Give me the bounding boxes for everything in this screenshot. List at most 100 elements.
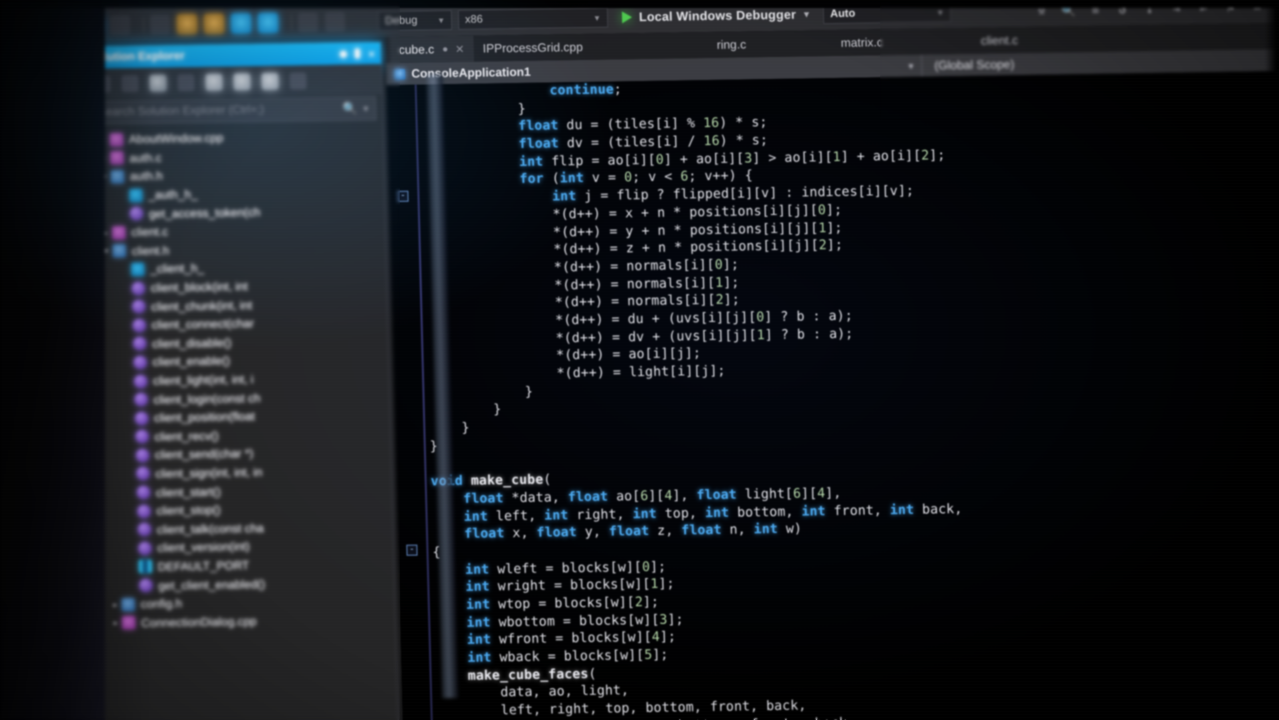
cfile-icon bbox=[112, 225, 126, 240]
expander-icon[interactable]: ▸ bbox=[109, 600, 122, 609]
indent-icon[interactable]: ⇥ bbox=[1167, 0, 1186, 17]
member-scope-label: (Global Scope) bbox=[934, 57, 1015, 73]
toolbar-divider bbox=[142, 16, 145, 33]
screen-edge-right bbox=[1265, 0, 1279, 720]
hammer-icon[interactable]: ⚒ bbox=[1032, 2, 1051, 19]
cfile-icon bbox=[122, 616, 136, 630]
solution-explorer-title: Solution Explorer bbox=[88, 50, 185, 64]
pin-tab-icon[interactable]: ● bbox=[442, 44, 448, 55]
cfile-icon bbox=[109, 133, 124, 147]
chevron-down-icon[interactable]: ▼ bbox=[363, 104, 368, 113]
close-icon[interactable]: ✕ bbox=[368, 47, 375, 60]
redo-dropdown-icon[interactable] bbox=[324, 11, 346, 33]
expander-icon[interactable]: ▸ bbox=[97, 154, 110, 163]
show-all-files-icon[interactable] bbox=[205, 73, 223, 91]
expander-icon[interactable]: ▸ bbox=[97, 135, 110, 144]
play-icon bbox=[621, 11, 633, 24]
hfile-icon bbox=[121, 597, 135, 611]
redo-icon[interactable] bbox=[297, 12, 319, 33]
expander-icon[interactable]: ▾ bbox=[98, 172, 111, 181]
project-scope-value[interactable]: ConsoleApplication1 bbox=[386, 59, 647, 85]
fn-icon bbox=[134, 411, 149, 425]
collapse-all-icon[interactable] bbox=[177, 73, 195, 91]
fn-icon bbox=[135, 448, 150, 462]
fn-icon bbox=[132, 300, 146, 314]
code-text[interactable]: continue; } float du = (tiles[i] % 16) *… bbox=[421, 70, 1279, 720]
search-icon[interactable]: 🔍 bbox=[1059, 2, 1078, 19]
solution-search-input[interactable]: Search Solution Explorer (Ctrl+;) 🔍 ▼ bbox=[89, 96, 377, 125]
view-code-icon[interactable] bbox=[289, 71, 307, 90]
tree-item[interactable]: ▸ ConnectionDialog.cpp bbox=[97, 609, 395, 632]
tree-item-label: client_disable() bbox=[151, 335, 232, 351]
solution-explorer-toolbar bbox=[83, 64, 382, 99]
save-all-icon[interactable] bbox=[230, 13, 252, 34]
pin-icon[interactable] bbox=[355, 48, 361, 59]
new-file-icon[interactable] bbox=[149, 14, 171, 35]
hfile-icon bbox=[112, 244, 126, 258]
process-mode-dropdown[interactable]: Auto ▼ bbox=[822, 2, 952, 25]
editor-tab[interactable]: client.c bbox=[971, 27, 1027, 54]
home-icon[interactable] bbox=[149, 74, 167, 92]
step-into-icon[interactable]: ↧ bbox=[1140, 0, 1159, 17]
editor-tab[interactable]: cube.c ● ✕ bbox=[389, 35, 474, 64]
platform-value: x86 bbox=[464, 13, 483, 26]
fn-icon bbox=[133, 374, 148, 388]
back-icon[interactable] bbox=[93, 74, 111, 93]
outline-collapse-icon-1[interactable]: - bbox=[397, 190, 409, 202]
search-icon[interactable]: 🔍 bbox=[342, 102, 357, 116]
undo-icon[interactable] bbox=[257, 12, 279, 34]
code-surface[interactable]: - - continue; } float du = (tiles[i] % 1… bbox=[386, 70, 1279, 720]
editor-tab[interactable]: matrix.c bbox=[831, 29, 892, 56]
chevron-down-icon: ▼ bbox=[936, 7, 945, 17]
editor-tab-label: client.c bbox=[980, 33, 1019, 48]
filter-icon[interactable]: ≡ bbox=[1086, 1, 1105, 18]
hfile-icon bbox=[110, 170, 125, 184]
tree-item-label: DEFAULT_PORT bbox=[157, 558, 250, 574]
platform-dropdown[interactable]: x86 ▼ bbox=[457, 7, 609, 30]
fn-icon bbox=[129, 207, 143, 221]
tree-item-label: client_position(float bbox=[153, 409, 256, 425]
menu-file[interactable]: File bbox=[86, 0, 106, 4]
tree-item-label: client_talk(const cha bbox=[156, 520, 264, 537]
fn-icon bbox=[134, 392, 148, 407]
menu-edit[interactable]: Edit bbox=[132, 0, 154, 3]
editor-tab[interactable]: ring.c bbox=[707, 31, 755, 58]
configuration-dropdown[interactable]: Debug ▼ bbox=[377, 10, 453, 32]
chevron-down-icon: ▼ bbox=[592, 13, 602, 23]
outline-collapse-icon-2[interactable]: - bbox=[406, 544, 418, 556]
tree-item-label: client.h bbox=[131, 243, 170, 258]
close-tab-icon[interactable]: ✕ bbox=[455, 42, 465, 55]
forward-icon[interactable] bbox=[121, 74, 139, 92]
fn-icon bbox=[137, 504, 151, 518]
macro-icon bbox=[129, 188, 143, 202]
tree-item-label: _auth_h_ bbox=[148, 187, 198, 202]
menu-project[interactable]: Project bbox=[274, 0, 313, 1]
tree-item-label: client_light(int, int, i bbox=[152, 372, 254, 388]
back-navigate-icon[interactable] bbox=[82, 15, 104, 36]
menu-view[interactable]: View bbox=[180, 0, 207, 2]
solution-tree[interactable]: ▸ AboutWindow.cpp ▸ auth.c ▾ auth.h _auth_h_ ge… bbox=[85, 122, 399, 720]
forward-navigate-icon[interactable] bbox=[109, 15, 131, 36]
refresh-icon[interactable] bbox=[233, 72, 251, 90]
expander-icon[interactable]: ▸ bbox=[99, 228, 112, 237]
tree-item-label: client_stop() bbox=[156, 502, 221, 518]
tree-item-label: client_version(int) bbox=[157, 539, 250, 556]
fn-icon bbox=[136, 485, 151, 500]
toolbar-divider-2 bbox=[290, 14, 293, 31]
cnst-icon bbox=[138, 560, 152, 574]
expander-icon[interactable]: ▾ bbox=[100, 247, 113, 256]
open-file-icon[interactable] bbox=[176, 14, 198, 35]
expander-icon[interactable]: ▸ bbox=[109, 618, 122, 628]
solution-explorer-window-buttons: ✕ bbox=[340, 47, 375, 60]
outdent-icon[interactable]: ⇤ bbox=[1194, 0, 1213, 17]
save-icon[interactable] bbox=[203, 13, 225, 34]
options-dot-icon[interactable] bbox=[340, 50, 348, 58]
menu-git[interactable]: Git bbox=[232, 0, 248, 1]
tree-item-label: client_login(const ch bbox=[153, 390, 261, 407]
editor-tab[interactable]: IPProcessGrid.cpp bbox=[473, 34, 592, 62]
properties-icon[interactable] bbox=[261, 72, 279, 90]
start-debug-button[interactable]: Local Windows Debugger ▼ bbox=[614, 3, 820, 28]
tree-item-label: AboutWindow.cpp bbox=[128, 130, 224, 147]
step-over-icon[interactable]: ↺ bbox=[1113, 1, 1132, 18]
bookmark-icon[interactable]: ⚑ bbox=[1221, 0, 1240, 16]
